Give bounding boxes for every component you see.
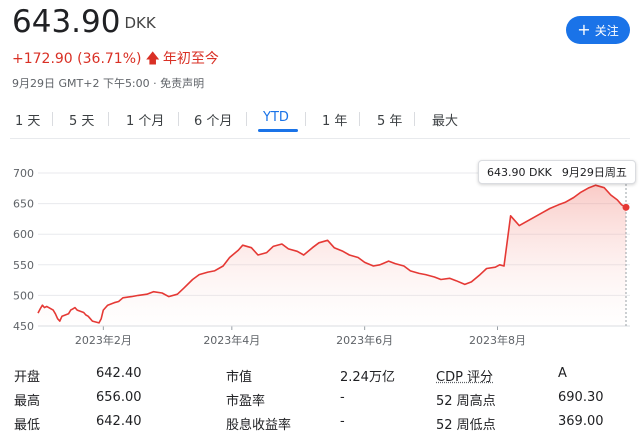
tab-1-month[interactable]: 1 个月 xyxy=(126,110,164,129)
chart-tooltip: 643.90 DKK 9月29日周五 xyxy=(478,160,636,184)
tab-separator xyxy=(305,112,306,126)
change-period: 年初至今 xyxy=(162,51,219,67)
stat-label: 52 周高点 xyxy=(436,394,496,409)
stat-value: - xyxy=(340,390,345,405)
tabs-divider xyxy=(10,138,630,139)
x-tick-label: 2023年6月 xyxy=(336,333,393,347)
change-value: +172.90 (36.71%) xyxy=(12,51,142,67)
tab-active-indicator xyxy=(258,129,298,132)
price-area-fill xyxy=(38,185,626,326)
arrow-up-icon: 🡅 xyxy=(145,51,160,67)
plus-icon: + xyxy=(577,20,591,39)
tab-ytd[interactable]: YTD xyxy=(263,110,289,125)
timestamp-disclaimer: 9月29日 GMT+2 下午5:00 · 免责声明 xyxy=(12,77,205,90)
tab-6-month[interactable]: 6 个月 xyxy=(194,110,232,129)
stat-row: 最低 642.40 股息收益率 - 52 周低点 369.00 xyxy=(0,414,640,436)
y-tick-label: 550 xyxy=(13,259,34,272)
stat-value: 642.40 xyxy=(96,366,142,381)
stat-row: 开盘 642.40 市值 2.24万亿 CDP 评分 A xyxy=(0,366,640,388)
stat-label: 市盈率 xyxy=(226,394,266,409)
tab-separator xyxy=(246,112,247,126)
stat-value: A xyxy=(558,366,567,381)
y-tick-label: 600 xyxy=(13,228,34,241)
tab-separator xyxy=(178,112,179,126)
hover-point xyxy=(622,203,630,211)
price-value: 643.90 DKK xyxy=(12,4,156,40)
price-change: +172.90 (36.71%) 🡅 年初至今 xyxy=(12,48,219,72)
y-tick-label: 650 xyxy=(13,198,34,211)
tab-separator xyxy=(108,112,109,126)
tooltip-date: 9月29日周五 xyxy=(561,166,627,179)
stat-label: 最高 xyxy=(14,394,41,409)
follow-button-label: 关注 xyxy=(594,23,619,38)
y-tick-label: 500 xyxy=(13,289,34,302)
currency-code: DKK xyxy=(124,14,156,32)
stat-row: 最高 656.00 市盈率 - 52 周高点 690.30 xyxy=(0,390,640,412)
x-tick-label: 2023年8月 xyxy=(469,333,526,347)
tab-separator xyxy=(414,112,415,126)
y-tick-label: 700 xyxy=(13,167,34,180)
stat-label: 市值 xyxy=(226,370,253,385)
x-tick-label: 2023年2月 xyxy=(75,333,132,347)
tab-5-day[interactable]: 5 天 xyxy=(69,110,94,129)
range-tabs: 1 天 5 天 1 个月 6 个月 YTD 1 年 5 年 最大 xyxy=(0,106,640,138)
tab-1-day[interactable]: 1 天 xyxy=(15,110,40,129)
stat-value: 2.24万亿 xyxy=(340,370,395,385)
cdp-score-label[interactable]: CDP 评分 xyxy=(436,366,493,385)
tab-separator xyxy=(359,112,360,126)
price-number: 643.90 xyxy=(12,4,121,40)
stat-value: 642.40 xyxy=(96,414,142,429)
tab-max[interactable]: 最大 xyxy=(432,110,458,129)
stat-label: 股息收益率 xyxy=(226,418,292,433)
stat-value: 690.30 xyxy=(558,390,604,405)
stat-label: 52 周低点 xyxy=(436,418,496,433)
x-tick-label: 2023年4月 xyxy=(203,333,260,347)
stat-label: 最低 xyxy=(14,418,41,433)
tab-5-year[interactable]: 5 年 xyxy=(377,110,402,129)
tooltip-price: 643.90 DKK xyxy=(487,165,552,179)
stat-label: 开盘 xyxy=(14,370,41,385)
y-tick-label: 450 xyxy=(13,320,34,333)
follow-button[interactable]: + 关注 xyxy=(566,16,630,44)
stat-value: 656.00 xyxy=(96,390,142,405)
tab-separator xyxy=(52,112,53,126)
stat-value: - xyxy=(340,414,345,429)
stat-value: 369.00 xyxy=(558,414,604,429)
tab-1-year[interactable]: 1 年 xyxy=(322,110,347,129)
